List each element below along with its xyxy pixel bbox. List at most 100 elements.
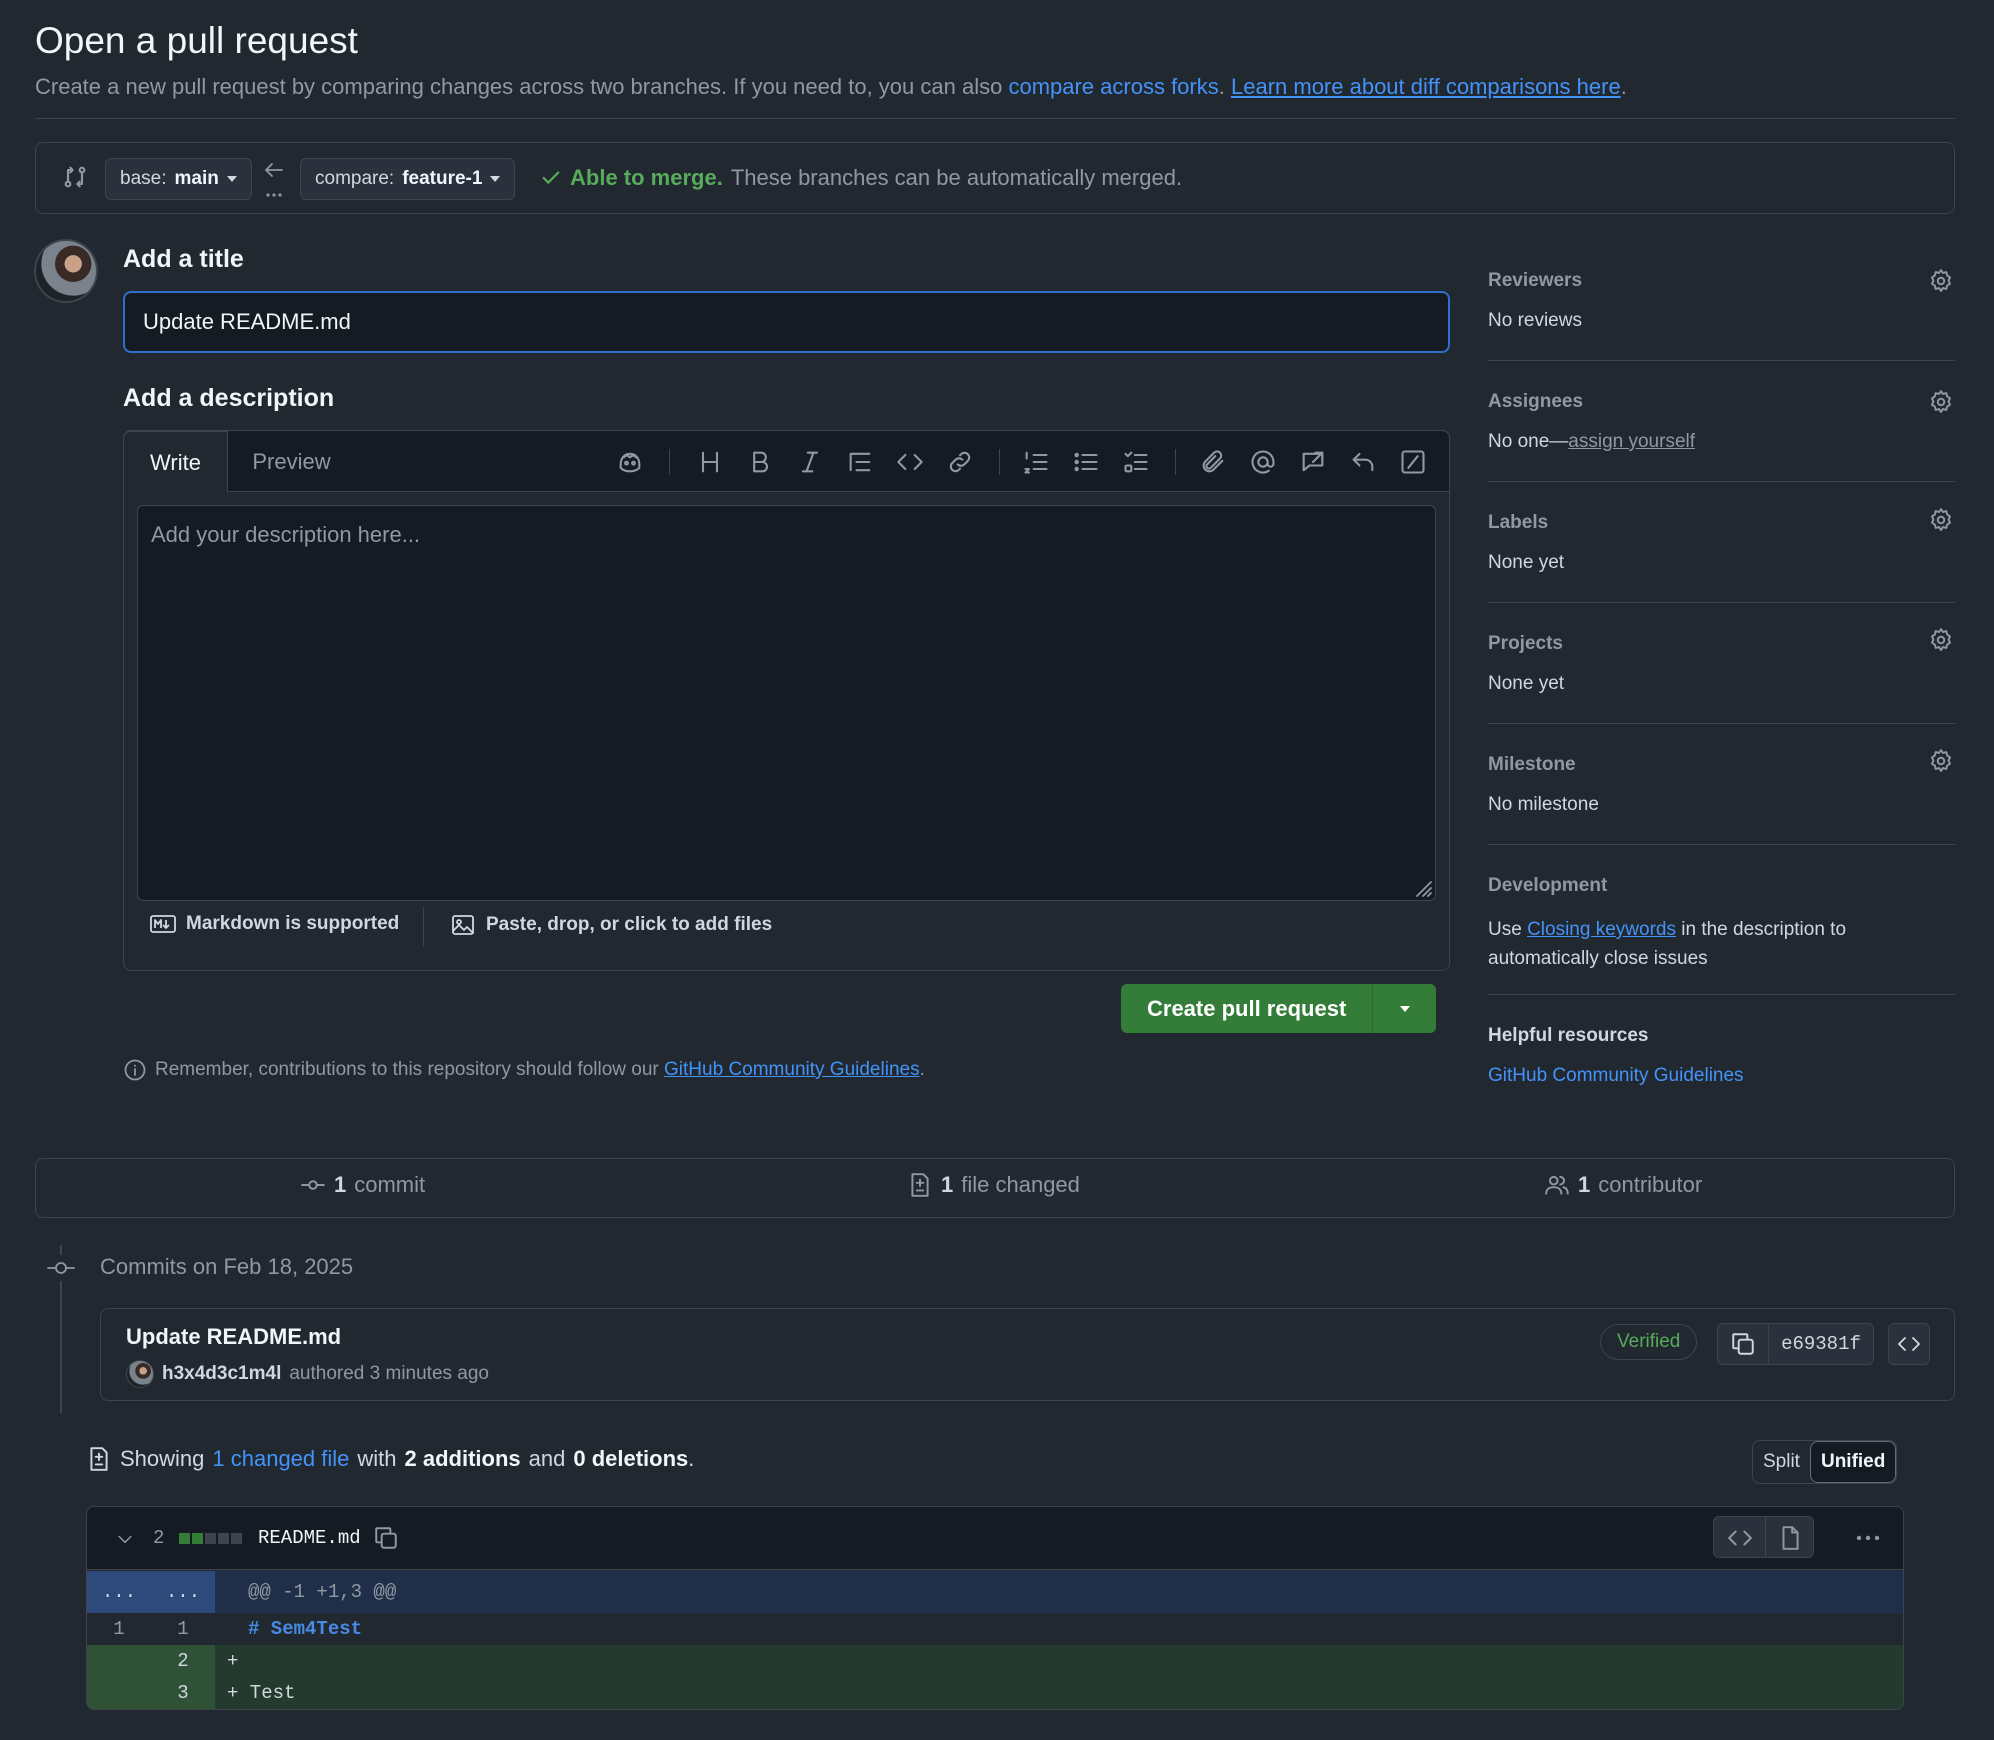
labels-value: None yet [1488,552,1565,573]
commit-icon [300,1172,326,1198]
reference-icon[interactable] [1299,448,1327,476]
files-note: Paste, drop, or click to add files [486,914,773,935]
unified-view-button[interactable]: Unified [1809,1441,1897,1483]
resize-handle-icon[interactable] [1414,879,1432,897]
commit-meta: h3x4d3c1m4l authored 3 minutes ago [126,1360,489,1388]
assign-yourself-link[interactable]: assign yourself [1568,431,1695,452]
learn-more-link[interactable]: Learn more about diff comparisons here [1231,74,1621,99]
attach-icon[interactable] [1199,448,1227,476]
reminder-text: Remember, contributions to this reposito… [155,1059,665,1080]
author-avatar[interactable] [126,1360,154,1388]
page-title: Open a pull request [35,20,358,61]
copy-sha-button[interactable] [1717,1323,1769,1365]
commits-stat[interactable]: 1 commit [300,1172,425,1198]
development-label: Development [1488,875,1608,896]
info-icon [123,1058,147,1082]
commit-sha-link[interactable]: e69381f [1768,1323,1874,1365]
compare-across-forks-link[interactable]: compare across forks [1008,74,1218,99]
description-editor: Write Preview Markdown is supported Past… [123,430,1450,971]
development-value: Use Closing keywords in the description … [1488,915,1846,973]
milestone-label: Milestone [1488,754,1576,775]
copilot-icon[interactable] [616,448,644,476]
bold-icon[interactable] [746,448,774,476]
hunk-expand-left[interactable]: ... [87,1571,151,1613]
verified-badge[interactable]: Verified [1600,1324,1698,1360]
diff-file: 2 README.md ... ... @@ -1 +1,3 @@ 1 1 # … [86,1506,1904,1710]
commit-author-link[interactable]: h3x4d3c1m4l [162,1363,281,1385]
code-icon[interactable] [896,448,924,476]
diff-line: 1 1 # Sem4Test [87,1613,1903,1645]
italic-icon[interactable] [796,448,824,476]
gear-icon[interactable] [1928,268,1954,294]
old-line-number[interactable]: 1 [87,1613,151,1645]
compare-branch-select[interactable]: compare: feature-1 [300,158,516,200]
base-branch-select[interactable]: base: main [105,158,252,200]
create-pull-request-button[interactable]: Create pull request [1121,984,1374,1033]
diff-file-name[interactable]: README.md [258,1527,361,1549]
pr-title-input[interactable] [123,291,1450,353]
code-icon [1897,1332,1921,1356]
files-count: 1 [941,1172,954,1197]
gear-icon[interactable] [1928,748,1954,774]
task-list-icon[interactable] [1122,448,1150,476]
tab-write[interactable]: Write [123,431,228,493]
sidebar-divider [1488,994,1955,995]
kebab-horizontal-icon[interactable] [1853,1525,1883,1551]
diff-summary: Showing 1 changed file with 2 additions … [86,1446,694,1472]
old-line-number[interactable] [87,1677,151,1709]
diffstat-block-neutral [231,1533,242,1544]
description-textarea[interactable] [137,505,1436,901]
split-view-button[interactable]: Split [1753,1441,1810,1483]
reminder-suffix: . [919,1059,925,1080]
user-avatar[interactable] [34,239,98,303]
files-stat[interactable]: 1 file changed [907,1172,1080,1198]
commits-count: 1 [334,1172,347,1197]
git-compare-icon [61,163,89,191]
helpful-guidelines-link[interactable]: GitHub Community Guidelines [1488,1065,1744,1087]
milestone-value: No milestone [1488,794,1599,815]
hunk-expand-right[interactable]: ... [151,1571,215,1613]
ordered-list-icon[interactable] [1022,448,1050,476]
diff-file-header: 2 README.md [87,1507,1903,1570]
closing-keywords-link[interactable]: Closing keywords [1527,919,1676,940]
new-line-number[interactable]: 1 [151,1613,215,1645]
contributors-count: 1 [1578,1172,1591,1197]
assignees-none: No one— [1488,431,1569,452]
markdown-note: Markdown is supported [186,913,400,934]
gear-icon[interactable] [1928,627,1954,653]
changed-files-link[interactable]: 1 changed file [212,1446,349,1472]
new-line-number[interactable]: 2 [151,1645,215,1677]
mention-icon[interactable] [1249,448,1277,476]
header-divider [35,118,1955,119]
copy-icon[interactable] [373,1525,399,1551]
sidebar-divider [1488,481,1955,482]
unordered-list-icon[interactable] [1072,448,1100,476]
gear-icon[interactable] [1928,507,1954,533]
hunk-header: @@ -1 +1,3 @@ [248,1581,397,1603]
old-line-number[interactable] [87,1645,151,1677]
page-subtitle: Create a new pull request by comparing c… [35,74,1627,100]
undo-icon[interactable] [1349,448,1377,476]
chevron-down-icon[interactable] [115,1529,135,1549]
create-options-dropdown[interactable] [1373,984,1437,1033]
gear-icon[interactable] [1928,389,1954,415]
new-line-number[interactable]: 3 [151,1677,215,1709]
commit-title-link[interactable]: Update README.md [126,1324,341,1350]
reviewers-label: Reviewers [1488,270,1583,291]
browse-repo-button[interactable] [1888,1323,1930,1365]
code-icon[interactable] [1727,1525,1753,1551]
merge-status-text: These branches can be automatically merg… [730,165,1183,190]
add-files[interactable]: Paste, drop, or click to add files [450,913,772,937]
markdown-supported[interactable]: Markdown is supported [150,913,399,935]
link-icon[interactable] [946,448,974,476]
contributors-stat[interactable]: 1 contributor [1544,1172,1702,1198]
slash-commands-icon[interactable] [1399,448,1427,476]
commit-time: authored 3 minutes ago [289,1363,489,1384]
development-text-suffix: in the description to [1675,919,1847,940]
heading-icon[interactable] [696,448,724,476]
file-icon[interactable] [1777,1525,1803,1551]
diff-line-added: 3 + Test [87,1677,1903,1709]
community-guidelines-link[interactable]: GitHub Community Guidelines [664,1059,920,1080]
tab-preview[interactable]: Preview [229,431,354,493]
quote-icon[interactable] [846,448,874,476]
